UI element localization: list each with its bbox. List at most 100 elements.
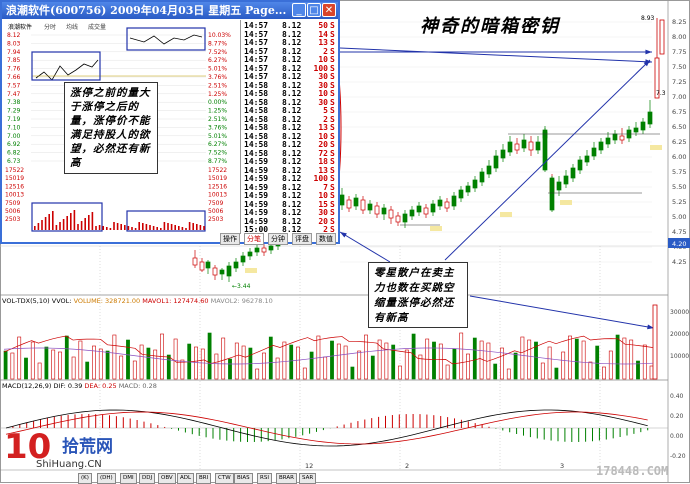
volume-bar-up <box>445 364 450 380</box>
mini-volume-bar <box>152 226 155 230</box>
tick-side: S <box>330 89 335 98</box>
pointer-arrow-head <box>645 49 652 55</box>
price-tag <box>560 200 572 205</box>
candle-down <box>535 141 541 151</box>
tick-row: 14:58 8.12 20 S <box>242 141 338 149</box>
volume-bar-up <box>466 353 470 380</box>
mini-volume-label: 17522 <box>5 167 24 174</box>
volume-bar-up <box>132 360 137 380</box>
indicator-tab[interactable]: CTW <box>215 473 234 484</box>
mini-pct-label: 6.27% <box>208 141 227 148</box>
mini-chart-tab: 分时 <box>44 23 56 31</box>
candle-down <box>598 141 604 151</box>
candle-up <box>528 141 534 151</box>
tick-volume: 10 <box>318 89 328 98</box>
popup-tab[interactable]: 评盘 <box>292 233 312 245</box>
maximize-icon[interactable]: □ <box>307 3 321 17</box>
mini-volume-bar <box>91 212 94 230</box>
candle-down <box>577 159 583 171</box>
candle-up <box>212 267 218 276</box>
popup-title: 浪潮软件(600756) 2009年04月03日 星期五 Page... <box>6 4 287 17</box>
mini-volume-bar <box>62 219 65 230</box>
tick-price: 8.12 <box>282 72 302 81</box>
volume-bar-down <box>350 366 355 380</box>
tick-volume: 18 <box>318 157 328 166</box>
mini-volume-bar <box>203 226 205 230</box>
candle-down <box>254 247 260 253</box>
minimize-icon[interactable]: _ <box>292 3 306 17</box>
tick-volume: 20 <box>318 140 328 149</box>
watermark: 178448.COM <box>596 464 669 478</box>
price-tag <box>245 268 257 273</box>
mini-pct-label: 8.77% <box>208 40 227 47</box>
mini-volume-bar <box>80 221 83 230</box>
candle-down <box>486 165 492 175</box>
tick-side: S <box>330 174 335 183</box>
popup-tab[interactable]: 操作 <box>220 233 240 245</box>
indicator-tab[interactable]: BRI <box>196 473 212 484</box>
tick-time: 14:58 <box>244 89 269 98</box>
candle-down <box>605 137 611 145</box>
volume-bar-up <box>506 368 511 380</box>
indicator-tab[interactable]: BRAR <box>276 473 297 484</box>
tick-side: S <box>330 191 335 200</box>
volume-bar-up <box>652 304 658 380</box>
volume-axis-label: 30000 <box>670 309 689 316</box>
price-axis-label: 8.25 <box>672 18 686 26</box>
tick-price: 8.12 <box>282 21 302 30</box>
candle-down <box>458 189 464 199</box>
volume-bar-down <box>289 344 294 380</box>
pointer-arrow <box>444 59 651 261</box>
volume-bar-down <box>309 351 314 380</box>
mini-price-label: 7.00 <box>7 133 21 140</box>
mini-pct-label: 3.76% <box>208 124 227 131</box>
indicator-tab[interactable]: OBV <box>158 473 176 484</box>
mini-volume-bar <box>170 224 173 230</box>
volume-axis-label: 20000 <box>670 331 689 338</box>
candle-down <box>500 149 506 159</box>
indicator-tab[interactable]: RSI <box>257 473 272 484</box>
intraday-popup-window[interactable]: 浪潮软件(600756) 2009年04月03日 星期五 Page... _ □… <box>0 0 340 245</box>
mini-volume-bar <box>127 226 130 230</box>
tick-side: S <box>330 140 335 149</box>
indicator-tab[interactable]: DDJ <box>139 473 156 484</box>
mini-volume-bar <box>106 227 108 230</box>
tick-price: 8.12 <box>282 106 302 115</box>
popup-tab[interactable]: 数值 <box>316 233 336 245</box>
candle-down <box>268 245 274 251</box>
indicator-tab[interactable]: ADL <box>177 473 195 484</box>
volume-bar-down <box>64 335 69 380</box>
popup-tab[interactable]: 分笔 <box>244 233 264 245</box>
mini-price-label: 7.66 <box>7 74 21 81</box>
popup-titlebar[interactable]: 浪潮软件(600756) 2009年04月03日 星期五 Page... <box>2 2 338 19</box>
mini-volume-bar <box>116 223 119 230</box>
tick-time: 14:58 <box>244 123 269 132</box>
mini-volume-bar <box>131 227 133 230</box>
vol-panel-title: VOL-TDX(5,10) <box>2 297 50 305</box>
tick-row: 14:58 8.12 5 S <box>242 107 338 115</box>
tick-trade-list[interactable]: 14:57 8.12 50 S 14:57 8.12 14 S 14:57 8.12 13 S 14:5… <box>242 20 338 234</box>
mini-volume-label: 12516 <box>208 183 227 190</box>
mini-volume-bar <box>37 223 40 230</box>
tick-row: 14:59 8.12 100 S <box>242 175 338 183</box>
close-icon[interactable]: ✕ <box>322 3 336 17</box>
mini-volume-label: 10013 <box>208 192 227 199</box>
mini-volume-label: 15019 <box>208 175 227 182</box>
tick-price: 8.12 <box>282 191 302 200</box>
indicator-tab[interactable]: SAR <box>299 473 317 484</box>
volume-bar-up <box>302 367 307 380</box>
highlight-box <box>126 27 206 51</box>
mini-volume-bar <box>120 224 122 230</box>
mini-volume-bar <box>70 213 72 230</box>
popup-tab[interactable]: 分钟 <box>268 233 288 245</box>
candle-down <box>339 194 345 206</box>
price-axis-label: 8.00 <box>672 33 686 41</box>
mini-volume-bar <box>84 218 86 230</box>
macd-axis-label: 0.20 <box>670 413 684 420</box>
indicator-tab[interactable]: BIAS <box>234 473 253 484</box>
mini-price-label: 7.76 <box>7 66 21 73</box>
volume-bar-up <box>581 340 586 380</box>
volume-bar-down <box>105 350 110 380</box>
volume-bar-up <box>608 350 613 380</box>
mavol1-value: MAVOL1: 127474.60 <box>142 297 209 305</box>
